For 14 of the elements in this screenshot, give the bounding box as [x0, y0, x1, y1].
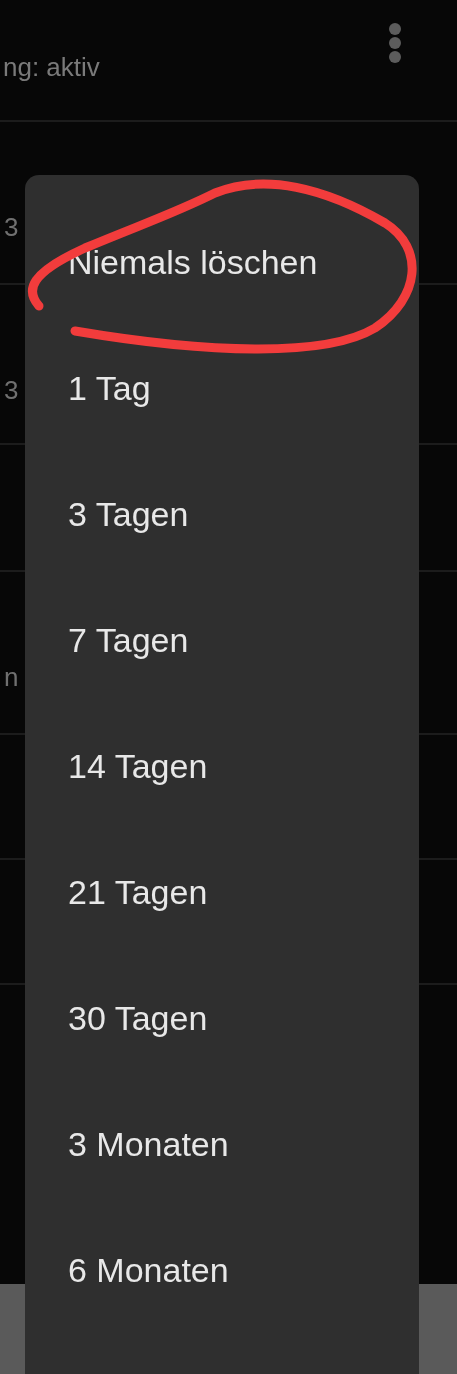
menu-item[interactable]: 30 Tagen [25, 955, 419, 1081]
menu-item[interactable]: 3 Tagen [25, 451, 419, 577]
list-item-text: 3 [4, 375, 19, 405]
list-item-text: n [4, 662, 19, 692]
more-options-icon[interactable] [388, 22, 402, 64]
menu-item[interactable]: 21 Tagen [25, 829, 419, 955]
menu-item[interactable]: 14 Tagen [25, 703, 419, 829]
menu-item[interactable]: 1 Tag [25, 325, 419, 451]
menu-item[interactable]: Niemals löschen [25, 199, 419, 325]
status-text: ng: aktiv [3, 52, 100, 83]
menu-item[interactable]: 6 Monaten [25, 1207, 419, 1333]
list-item-text: 3 [4, 212, 19, 242]
menu-item[interactable]: 7 Tagen [25, 577, 419, 703]
menu-item[interactable]: 3 Monaten [25, 1081, 419, 1207]
